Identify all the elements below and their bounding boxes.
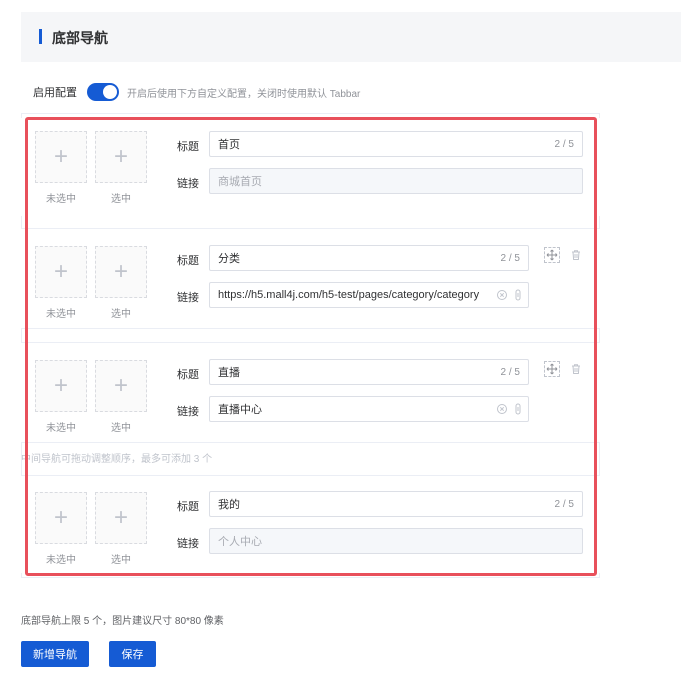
- title-input[interactable]: 首页 2 / 5: [209, 131, 583, 157]
- upload-unselected-caption: 未选中: [46, 555, 76, 566]
- switch-knob: [103, 85, 117, 99]
- plus-icon: +: [113, 143, 128, 170]
- title-label: 标题: [177, 255, 199, 267]
- plus-icon: +: [113, 258, 128, 285]
- link-input: 个人中心: [209, 528, 583, 554]
- link-value: 商城首页: [218, 176, 262, 188]
- upload-selected-icon[interactable]: +: [95, 492, 147, 544]
- title-value: 首页: [218, 139, 240, 151]
- char-count: 2 / 5: [554, 139, 574, 150]
- drag-handle-icon[interactable]: [544, 247, 560, 263]
- nav-item-mine: + + 未选中 选中 标题 我的 2 / 5 链接 个人中心: [21, 475, 600, 573]
- upload-unselected-icon[interactable]: +: [35, 492, 87, 544]
- header-accent-bar: [39, 29, 42, 44]
- title-input[interactable]: 直播 2 / 5: [209, 359, 529, 385]
- link-label: 链接: [177, 538, 199, 550]
- enable-config-hint: 开启后使用下方自定义配置，关闭时使用默认 Tabbar: [127, 88, 361, 100]
- nav-item-live[interactable]: + + 未选中 选中 标题 直播 2 / 5 链接 直播中心: [21, 342, 600, 443]
- link-value: 个人中心: [218, 536, 262, 548]
- link-tools: [492, 403, 522, 415]
- drag-handle-icon[interactable]: [544, 361, 560, 377]
- upload-unselected-caption: 未选中: [46, 194, 76, 205]
- move-icon: [546, 363, 558, 375]
- link-label: 链接: [177, 406, 199, 418]
- enable-config-switch[interactable]: [87, 83, 119, 101]
- enable-config-label: 启用配置: [33, 87, 77, 99]
- upload-unselected-caption: 未选中: [46, 309, 76, 320]
- title-label: 标题: [177, 369, 199, 381]
- plus-icon: +: [53, 504, 68, 531]
- link-icon[interactable]: [514, 403, 522, 415]
- upload-unselected-icon[interactable]: +: [35, 246, 87, 298]
- plus-icon: +: [53, 258, 68, 285]
- clear-icon[interactable]: [496, 403, 508, 415]
- title-input[interactable]: 分类 2 / 5: [209, 245, 529, 271]
- upload-selected-icon[interactable]: +: [95, 246, 147, 298]
- clear-icon[interactable]: [496, 289, 508, 301]
- link-label: 链接: [177, 178, 199, 190]
- char-count: 2 / 5: [500, 253, 520, 264]
- upload-selected-caption: 选中: [111, 423, 131, 434]
- section-header: 底部导航: [21, 12, 681, 62]
- plus-icon: +: [53, 372, 68, 399]
- char-count: 2 / 5: [500, 367, 520, 378]
- plus-icon: +: [113, 372, 128, 399]
- title-label: 标题: [177, 501, 199, 513]
- plus-icon: +: [113, 504, 128, 531]
- nav-item-home: + + 未选中 选中 标题 首页 2 / 5 链接 商城首页: [21, 118, 600, 216]
- link-label: 链接: [177, 292, 199, 304]
- title-label: 标题: [177, 141, 199, 153]
- title-value: 我的: [218, 499, 240, 511]
- upload-selected-icon[interactable]: +: [95, 360, 147, 412]
- trash-icon: [572, 250, 580, 260]
- link-value: 直播中心: [218, 404, 262, 416]
- trash-icon: [572, 364, 580, 374]
- link-icon[interactable]: [514, 289, 522, 301]
- move-icon: [546, 249, 558, 261]
- upload-selected-caption: 选中: [111, 194, 131, 205]
- upload-unselected-icon[interactable]: +: [35, 360, 87, 412]
- title-value: 直播: [218, 367, 240, 379]
- char-count: 2 / 5: [554, 499, 574, 510]
- upload-selected-icon[interactable]: +: [95, 131, 147, 183]
- drag-hint-text: 中间导航可拖动调整顺序，最多可添加 3 个: [21, 454, 213, 465]
- upload-unselected-icon[interactable]: +: [35, 131, 87, 183]
- title-value: 分类: [218, 253, 240, 265]
- title-input[interactable]: 我的 2 / 5: [209, 491, 583, 517]
- delete-icon[interactable]: [568, 247, 584, 263]
- link-input[interactable]: 直播中心: [209, 396, 529, 422]
- link-value: https://h5.mall4j.com/h5-test/pages/cate…: [218, 289, 480, 301]
- nav-item-category[interactable]: + + 未选中 选中 标题 分类 2 / 5 链接 https://h5.mal…: [21, 228, 600, 329]
- delete-icon[interactable]: [568, 361, 584, 377]
- upload-selected-caption: 选中: [111, 309, 131, 320]
- upload-unselected-caption: 未选中: [46, 423, 76, 434]
- section-title: 底部导航: [52, 30, 108, 46]
- enable-config-row: 启用配置 开启后使用下方自定义配置，关闭时使用默认 Tabbar: [33, 82, 360, 102]
- add-nav-button[interactable]: 新增导航: [21, 641, 89, 667]
- upload-selected-caption: 选中: [111, 555, 131, 566]
- save-button[interactable]: 保存: [109, 641, 156, 667]
- link-input[interactable]: https://h5.mall4j.com/h5-test/pages/cate…: [209, 282, 529, 308]
- plus-icon: +: [53, 143, 68, 170]
- link-input: 商城首页: [209, 168, 583, 194]
- footer-hint-text: 底部导航上限 5 个，图片建议尺寸 80*80 像素: [21, 616, 224, 627]
- link-tools: [492, 289, 522, 301]
